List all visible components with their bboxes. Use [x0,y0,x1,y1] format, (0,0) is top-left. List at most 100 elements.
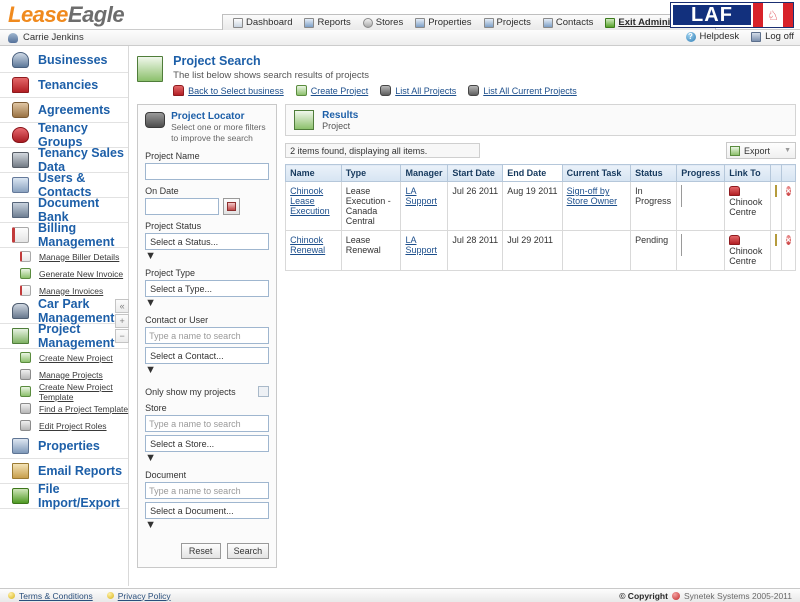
nav-item-properties[interactable]: Properties [409,17,477,28]
sidebar-item-billing-management[interactable]: Billing Management [0,221,129,249]
sidebar-item-generate-new-invoice[interactable]: Generate New Invoice [0,265,128,282]
sidebar-item-create-new-project-template[interactable]: Create New Project Template [0,382,128,402]
sidebar-item-edit-project-roles[interactable]: Edit Project Roles [0,417,128,434]
reset-button[interactable]: Reset [180,543,221,560]
main-content: Project Search The list below shows sear… [129,46,800,586]
document-bank-icon [12,202,29,218]
sidebar-item-tenancy-sales-data[interactable]: Tenancy Sales Data [0,146,129,174]
nav-item-projects[interactable]: Projects [478,17,537,28]
column-header-type[interactable]: Type [340,164,402,182]
sidebar-item-agreements[interactable]: Agreements [0,98,129,123]
action-create-project[interactable]: Create Project [295,85,368,96]
action-list-all-projects[interactable]: List All Projects [380,85,456,96]
manager-link[interactable]: LA Support [405,235,437,255]
only-my-projects-checkbox[interactable] [258,386,270,398]
edit-icon[interactable] [774,234,777,246]
helpdesk-label: Helpdesk [699,31,740,42]
action-back-to-select-business[interactable]: Back to Select business [173,85,284,96]
sidebar-item-email-reports[interactable]: Email Reports [0,459,129,484]
delete-icon[interactable]: × [785,186,791,196]
edit-icon[interactable] [774,185,777,197]
sidebar-item-create-new-project[interactable]: Create New Project [0,349,128,366]
contact-select[interactable]: Select a Contact... [145,347,270,365]
project-type-select[interactable]: Select a Type... [145,280,270,298]
document-select[interactable]: Select a Document... [145,502,270,520]
nav-item-label: Properties [428,17,472,28]
chevron-down-icon[interactable]: ▼ [145,519,269,531]
results-header: Results Project [285,104,796,136]
cell-edit [769,181,782,231]
sidebar-item-tenancies[interactable]: Tenancies [0,73,129,98]
column-header-name[interactable]: Name [285,164,342,182]
column-header-end-date[interactable]: End Date [502,164,563,182]
sidebar-item-file-import-export[interactable]: File Import/Export [0,482,129,510]
column-header-start-date[interactable]: Start Date [447,164,504,182]
properties-icon [12,438,29,454]
project-type-label: Project Type [145,268,196,279]
create-new-project-template-icon [20,386,31,397]
sidebar-item-label: Manage Invoices [39,285,104,296]
search-button[interactable]: Search [226,543,270,560]
contact-search-input[interactable] [145,327,270,345]
column-header-status[interactable]: Status [630,164,678,182]
sidebar-expand-all-button[interactable]: + [115,314,130,328]
sidebar-item-label: Email Reports [38,464,123,478]
sidebar-item-manage-biller-details[interactable]: Manage Biller Details [0,248,128,265]
sidebar-collapse-all-button[interactable]: − [115,329,130,343]
sidebar-item-car-park-management[interactable]: Car Park Management [0,297,129,325]
sidebar-item-project-management[interactable]: Project Management [0,322,129,350]
current-task-link[interactable]: Sign-off by Store Owner [567,186,618,206]
action-list-all-current-projects[interactable]: List All Current Projects [468,85,577,96]
cell-start-date: Jul 26 2011 [447,181,504,231]
nav-item-stores[interactable]: Stores [357,17,409,28]
nav-item-reports[interactable]: Reports [298,17,356,28]
column-header-progress[interactable]: Progress [676,164,726,182]
chevron-down-icon[interactable]: ▼ [145,452,269,464]
project-name-input[interactable] [145,163,270,181]
export-dropdown[interactable]: Export ▼ [726,142,796,159]
sidebar-item-businesses[interactable]: Businesses [0,48,129,73]
project-name-link[interactable]: Chinook Lease Execution [290,186,330,216]
link-to-label[interactable]: Chinook Centre [729,197,765,217]
logoff-link[interactable]: Log off [751,31,794,42]
sidebar-item-tenancy-groups[interactable]: Tenancy Groups [0,121,129,149]
sidebar-item-label: Tenancy Sales Data [38,146,124,174]
terms-link[interactable]: Terms & Conditions [8,591,93,601]
sidebar-collapse-button[interactable]: « [115,299,130,313]
column-header-current-task[interactable]: Current Task [561,164,632,182]
column-header-link-to[interactable]: Link To [724,164,771,182]
sidebar-item-users-contacts[interactable]: Users & Contacts [0,171,129,199]
sidebar-item-manage-projects[interactable]: Manage Projects [0,366,128,383]
contact-or-user-label: Contact or User [145,315,209,326]
column-header-manager[interactable]: Manager [400,164,449,182]
helpdesk-link[interactable]: ? Helpdesk [685,31,740,42]
cell-start-date: Jul 28 2011 [447,230,504,271]
calendar-icon[interactable] [223,198,241,216]
sidebar-item-label: Find a Project Template [39,403,129,414]
cell-progress [676,230,726,271]
manager-link[interactable]: LA Support [405,186,437,206]
chevron-down-icon[interactable]: ▼ [145,364,269,376]
privacy-link[interactable]: Privacy Policy [106,591,171,601]
privacy-label[interactable]: Privacy Policy [118,591,171,601]
chevron-down-icon[interactable]: ▼ [145,250,269,262]
document-search-input[interactable] [145,482,270,500]
nav-item-contacts[interactable]: Contacts [537,17,600,28]
sidebar-item-label: Users & Contacts [38,171,92,199]
link-to-label[interactable]: Chinook Centre [729,246,765,266]
store-select[interactable]: Select a Store... [145,435,270,453]
project-status-select[interactable]: Select a Status... [145,233,270,251]
manage-biller-details-icon [20,251,31,262]
nav-item-label: Reports [317,17,351,28]
chevron-down-icon: ▼ [784,147,791,154]
delete-icon[interactable]: × [785,235,791,245]
sidebar-item-document-bank[interactable]: Document Bank [0,196,129,224]
sidebar-item-properties[interactable]: Properties [0,434,129,459]
sidebar-item-find-a-project-template[interactable]: Find a Project Template [0,400,128,417]
store-search-input[interactable] [145,415,270,433]
project-name-link[interactable]: Chinook Renewal [290,235,325,255]
chevron-down-icon[interactable]: ▼ [145,297,269,309]
on-date-input[interactable] [145,198,220,216]
terms-label[interactable]: Terms & Conditions [19,591,93,601]
nav-item-dashboard[interactable]: Dashboard [227,17,298,28]
